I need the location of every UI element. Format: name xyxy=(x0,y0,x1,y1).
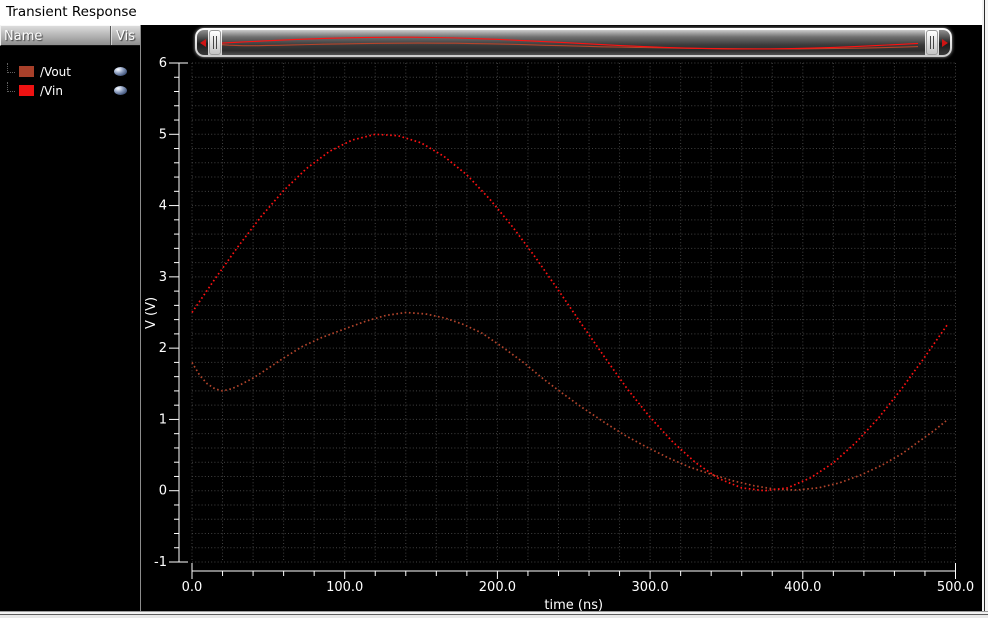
legend-rows: /Vout /Vin xyxy=(0,62,140,100)
y-tick-label: 3 xyxy=(159,270,167,285)
scroll-right-button[interactable] xyxy=(939,30,950,55)
preview-trace-vin xyxy=(222,36,919,50)
window-bottom-border xyxy=(0,611,988,618)
y-tick-label: -1 xyxy=(154,555,167,570)
grip-icon xyxy=(930,36,931,49)
plot-area[interactable]: -1 0 1 2 3 4 5 6 0.0 100.0 200.0 300.0 400.0 500.0 tim… xyxy=(141,25,982,611)
trace-vin[interactable] xyxy=(191,133,949,492)
scroll-left-button[interactable] xyxy=(197,30,208,55)
x-tick-label: 300.0 xyxy=(631,580,668,595)
vis-column-header[interactable]: Vis xyxy=(110,26,140,45)
signal-legend-panel: Name Vis /Vout /Vin xyxy=(0,25,140,611)
waveform-window: Transient Response Name Vis /Vout /Vin -… xyxy=(0,0,988,618)
window-right-border xyxy=(982,0,988,618)
signal-name[interactable]: /Vin xyxy=(40,84,63,98)
x-tick-label: 200.0 xyxy=(479,580,516,595)
arrow-left-icon xyxy=(199,38,206,47)
scrollbar-left-handle[interactable] xyxy=(209,30,221,55)
plot-axes xyxy=(169,62,956,579)
y-tick-label: 1 xyxy=(159,412,167,427)
legend-row-vin[interactable]: /Vin xyxy=(0,81,140,100)
x-tick-label: 100.0 xyxy=(326,580,363,595)
trace-vout[interactable] xyxy=(191,311,949,491)
arrow-right-icon xyxy=(941,38,948,47)
axis-labels: -1 0 1 2 3 4 5 6 0.0 100.0 200.0 300.0 400.0 500.0 tim… xyxy=(144,56,974,611)
tree-branch-icon xyxy=(7,62,15,73)
y-tick-label: 0 xyxy=(159,484,167,499)
window-titlebar: Transient Response xyxy=(0,0,988,25)
y-tick-label: 2 xyxy=(159,341,167,356)
name-column-header[interactable]: Name xyxy=(1,26,110,45)
y-tick-label: 5 xyxy=(159,127,167,142)
page-title: Transient Response xyxy=(6,4,137,20)
y-tick-label: 6 xyxy=(159,56,167,71)
scrollbar-track[interactable] xyxy=(222,30,925,55)
x-tick-label: 500.0 xyxy=(937,580,974,595)
x-tick-label: 400.0 xyxy=(784,580,821,595)
grip-icon xyxy=(213,36,214,49)
eye-icon[interactable] xyxy=(114,86,127,95)
legend-column-headers: Name Vis xyxy=(0,25,140,46)
plot-grid xyxy=(191,62,956,563)
eye-icon[interactable] xyxy=(114,67,127,76)
waveform-preview xyxy=(222,36,919,50)
y-tick-label: 4 xyxy=(159,199,167,214)
tree-branch-icon xyxy=(7,81,15,92)
x-axis-title: time (ns) xyxy=(544,598,603,611)
signal-color-swatch[interactable] xyxy=(19,66,34,77)
zoom-scrollbar[interactable] xyxy=(195,28,952,57)
y-axis-title: V (V) xyxy=(144,297,159,329)
legend-row-vout[interactable]: /Vout xyxy=(0,62,140,81)
scrollbar-right-handle[interactable] xyxy=(926,30,938,55)
x-tick-label: 0.0 xyxy=(182,580,203,595)
signal-color-swatch[interactable] xyxy=(19,85,34,96)
signal-name[interactable]: /Vout xyxy=(40,65,71,79)
waveform-plot[interactable]: -1 0 1 2 3 4 5 6 0.0 100.0 200.0 300.0 400.0 500.0 tim… xyxy=(141,25,982,611)
